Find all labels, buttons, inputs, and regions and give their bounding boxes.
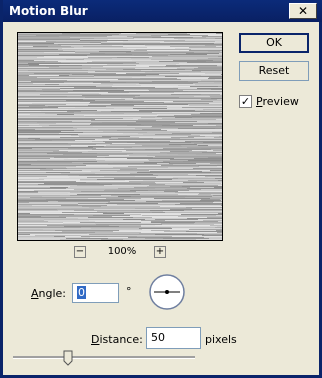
zoom-level: 100% <box>107 246 137 257</box>
angle-label: Angle: <box>31 287 67 300</box>
blur-preview-image <box>18 33 222 240</box>
preview-area[interactable] <box>17 32 223 241</box>
angle-value: 0 <box>77 286 86 299</box>
zoom-in-button[interactable]: + <box>154 246 166 258</box>
reset-button[interactable]: Reset <box>239 61 309 81</box>
distance-label: Distance: <box>91 333 143 346</box>
degree-symbol: ° <box>126 285 132 298</box>
zoom-out-button[interactable]: − <box>74 246 86 258</box>
close-button[interactable]: ✕ <box>289 3 317 19</box>
dialog-title: Motion Blur <box>9 4 88 18</box>
preview-checkbox[interactable]: ✓ <box>239 95 252 108</box>
plus-icon: + <box>155 246 165 257</box>
distance-slider[interactable] <box>13 350 195 366</box>
pixels-unit-label: pixels <box>205 333 237 346</box>
preview-label-text: Preview <box>256 95 299 108</box>
motion-blur-dialog: Motion Blur ✕ − 100% + OK Reset ✓ Previe… <box>0 0 322 378</box>
close-icon: ✕ <box>297 4 309 18</box>
minus-icon: − <box>75 246 85 257</box>
slider-track <box>13 356 195 359</box>
preview-checkbox-label[interactable]: Preview <box>256 95 299 108</box>
title-bar[interactable]: Motion Blur ✕ <box>3 0 322 22</box>
slider-thumb[interactable] <box>63 350 73 366</box>
angle-input[interactable]: 0 <box>72 283 119 303</box>
checkmark-icon: ✓ <box>240 95 251 108</box>
ok-button[interactable]: OK <box>239 33 309 53</box>
distance-input[interactable]: 50 <box>146 327 201 349</box>
angle-dial[interactable] <box>148 273 186 311</box>
